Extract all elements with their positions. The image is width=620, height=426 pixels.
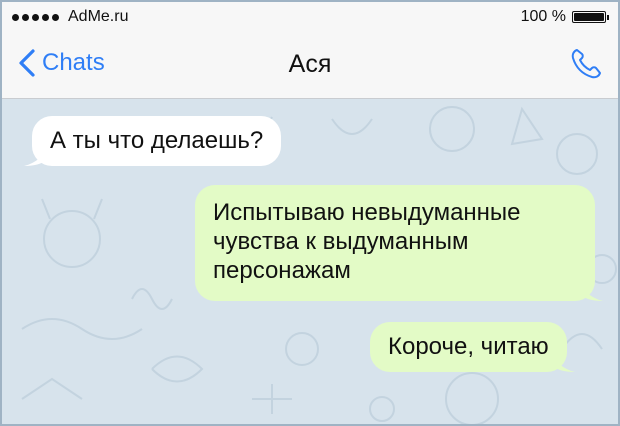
carrier-name: AdMe.ru [68,8,129,25]
navigation-bar: Chats Ася [2,32,618,99]
message-text: Короче, читаю [388,333,549,360]
message-bubble-incoming[interactable]: А ты что делаешь? [24,116,282,166]
status-bar: AdMe.ru 100 % [2,2,618,32]
battery-percent: 100 % [520,8,566,25]
back-button[interactable]: Chats [16,48,105,78]
phone-icon[interactable] [568,46,604,82]
message-bubble-outgoing[interactable]: Испытываю невыдуманные чувства к выдуман… [195,185,603,301]
chat-area[interactable]: А ты что делаешь? Испытываю невыдуманные… [2,99,618,424]
message-bubble-outgoing[interactable]: Короче, читаю [370,322,575,372]
battery-icon [572,11,609,23]
bubble-tail [24,146,46,166]
phone-screen: AdMe.ru 100 % Chats Ася А ты что делаешь… [0,0,620,426]
message-text: Испытываю невыдуманные чувства к выдуман… [213,199,521,284]
bubble-tail [581,281,603,301]
signal-dots-icon [12,14,59,21]
bubble-tail [552,352,575,372]
message-text: А ты что делаешь? [50,127,264,154]
chevron-left-icon [19,49,35,77]
back-label: Chats [42,49,105,76]
